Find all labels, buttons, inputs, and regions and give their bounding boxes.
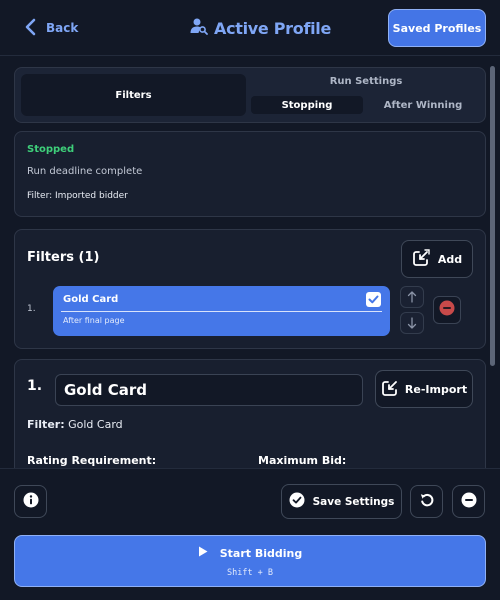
remove-filter-button[interactable] (433, 296, 461, 324)
arrow-up-icon (407, 288, 417, 307)
user-search-icon (190, 17, 208, 39)
content-scroll-area[interactable]: Filters Run Settings Stopping After Winn… (0, 57, 500, 468)
reimport-icon (381, 379, 399, 400)
page-title-text: Active Profile (214, 18, 332, 38)
detail-filter-line: Filter: Gold Card (27, 418, 123, 431)
reset-button[interactable] (410, 485, 443, 518)
add-filter-icon (412, 248, 430, 270)
filters-panel: Filters (1) Add 1. Gold Card After final… (14, 229, 486, 349)
start-bidding-label: Start Bidding (219, 546, 303, 560)
maximum-bid-label: Maximum Bid: (258, 454, 347, 467)
tab-bar: Filters Run Settings Stopping After Winn… (14, 67, 486, 123)
saved-profiles-button[interactable]: Saved Profiles (388, 9, 486, 47)
status-message: Run deadline complete (27, 166, 143, 177)
start-bidding-button[interactable]: Start Bidding Shift + B (14, 535, 486, 587)
filter-item-index: 1. (27, 304, 36, 314)
play-icon (198, 546, 208, 560)
subtab-after-winning[interactable]: After Winning (367, 96, 479, 114)
reimport-button[interactable]: Re-Import (375, 370, 473, 408)
save-settings-button[interactable]: Save Settings (281, 484, 402, 519)
tab-filters[interactable]: Filters (21, 74, 246, 116)
minus-circle-icon (461, 492, 477, 512)
add-label: Add (437, 252, 463, 266)
reimport-label: Re-Import (404, 382, 468, 396)
filter-enabled-checkbox[interactable] (366, 292, 381, 307)
move-up-button[interactable] (400, 286, 424, 308)
scrollbar-thumb[interactable] (490, 66, 495, 366)
page-title: Active Profile (190, 14, 331, 42)
minus-circle-icon (439, 300, 455, 320)
run-settings-heading: Run Settings (329, 76, 403, 87)
subtab-stopping[interactable]: Stopping (251, 96, 363, 114)
info-button[interactable] (14, 485, 47, 518)
start-bidding-row: Start Bidding (15, 546, 485, 560)
back-button[interactable]: Back (24, 16, 78, 40)
rotate-ccw-icon (419, 492, 435, 512)
filters-title: Filters (1) (27, 250, 100, 265)
keyboard-shortcut: Shift + B (226, 568, 274, 578)
status-panel: Stopped Run deadline complete Filter: Im… (14, 131, 486, 217)
clear-button[interactable] (452, 485, 485, 518)
detail-filter-label: Filter: (27, 418, 65, 431)
filter-list-item[interactable]: Gold Card After final page (53, 286, 390, 336)
move-down-button[interactable] (400, 312, 424, 334)
filter-item-subtitle: After final page (63, 316, 125, 325)
save-settings-label: Save Settings (312, 495, 395, 508)
filter-item-name: Gold Card (63, 294, 119, 305)
detail-filter-value: Gold Card (68, 418, 123, 431)
detail-index: 1. (27, 378, 43, 394)
bottom-action-bar: Save Settings Start Bidding Shift + B (0, 468, 500, 600)
check-circle-icon (289, 492, 305, 511)
filter-detail-panel: 1. Re-Import Filter: Gold Card Rating Re… (14, 359, 486, 468)
rating-requirement-label: Rating Requirement: (27, 454, 157, 467)
header: Back Active Profile Saved Profiles (0, 0, 500, 56)
status-filter: Filter: Imported bidder (27, 191, 128, 201)
info-icon (23, 492, 39, 512)
back-label: Back (46, 21, 79, 35)
add-filter-button[interactable]: Add (401, 240, 473, 278)
checkmark-icon (368, 290, 379, 309)
filter-name-input[interactable] (55, 374, 363, 406)
filter-item-divider (61, 311, 382, 312)
status-state: Stopped (27, 144, 75, 155)
arrow-down-icon (407, 314, 417, 333)
chevron-left-icon (24, 18, 36, 39)
